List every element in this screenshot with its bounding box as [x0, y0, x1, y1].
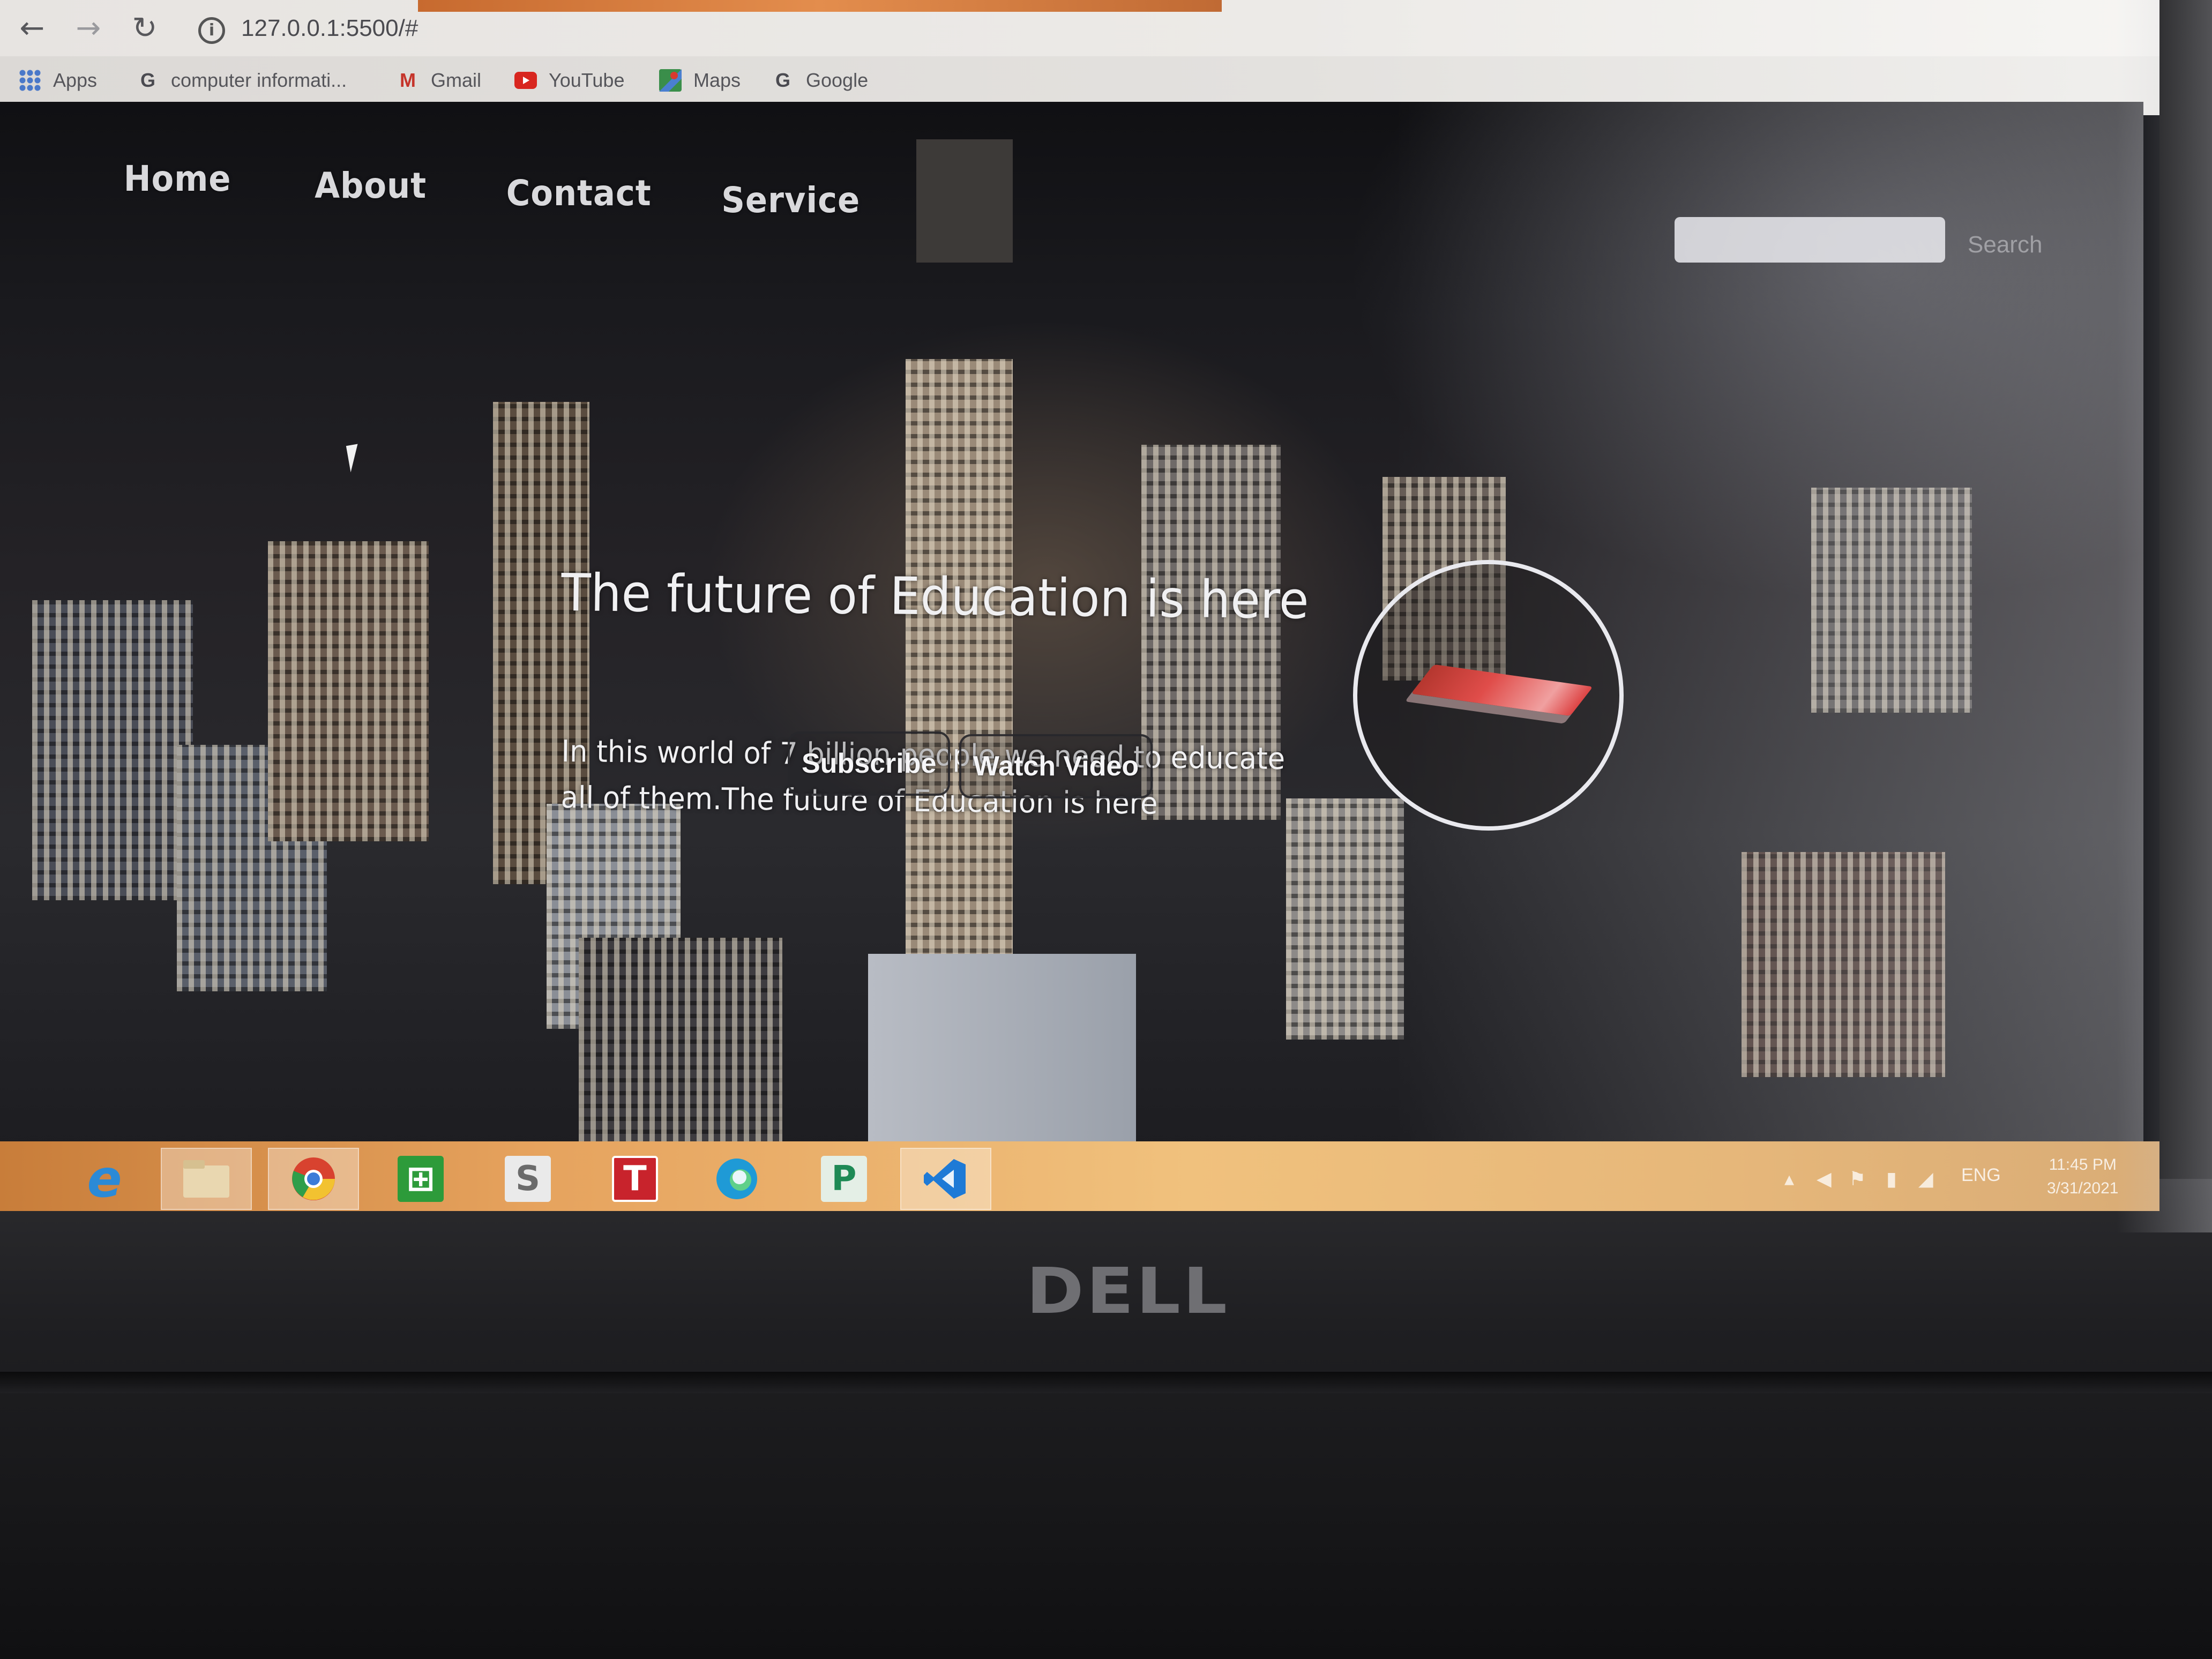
taskbar-internet-explorer[interactable]: e [59, 1148, 150, 1210]
vscode-icon [923, 1156, 969, 1202]
subscribe-button[interactable]: Subscribe [788, 731, 951, 796]
typing-app-icon: T [612, 1156, 658, 1202]
taskbar-typing-app[interactable]: T [589, 1148, 681, 1210]
bookmark-apps[interactable]: Apps [19, 62, 97, 99]
info-icon[interactable]: i [198, 17, 225, 44]
taskbar-sway[interactable]: S [482, 1148, 573, 1210]
bezel-reflection [2117, 0, 2212, 1232]
google-icon: G [140, 69, 155, 91]
photo-scene: DELL ← → ↻ i 127.0.0.1:5500/# Apps G com… [0, 0, 2212, 1659]
network-signal-icon[interactable]: ◢ [1918, 1168, 1933, 1190]
taskbar-publisher[interactable]: P [798, 1148, 890, 1210]
back-icon[interactable]: ← [13, 10, 51, 47]
bookmark-label: Gmail [431, 69, 482, 91]
clock-time: 11:45 PM [2049, 1156, 2117, 1174]
forward-icon[interactable]: → [70, 10, 107, 47]
youtube-icon [514, 69, 537, 92]
clock-date: 3/31/2021 [2047, 1179, 2119, 1197]
bookmark-computer-information[interactable]: G computer informati... [137, 62, 347, 99]
building [906, 359, 1013, 1056]
taskbar-file-explorer[interactable] [161, 1148, 252, 1210]
taskbar-vscode[interactable] [900, 1148, 991, 1210]
building [1286, 798, 1404, 1040]
bookmark-youtube[interactable]: YouTube [514, 62, 624, 99]
building [268, 541, 429, 841]
building [868, 954, 1136, 1147]
battery-icon[interactable]: ▮ [1886, 1168, 1897, 1190]
start-button[interactable]: ⊞ [0, 1148, 32, 1210]
url-text[interactable]: 127.0.0.1:5500/# [241, 15, 418, 42]
address-bar[interactable]: i 127.0.0.1:5500/# [188, 10, 1152, 53]
bookmark-label: Google [806, 69, 869, 91]
windows-icon: ⊞ [0, 1156, 10, 1202]
input-language[interactable]: ENG [1961, 1165, 2001, 1186]
publisher-icon: P [821, 1156, 867, 1202]
watch-video-button[interactable]: Watch Video [959, 734, 1153, 798]
gmail-icon: M [400, 69, 416, 91]
nav-contact-link[interactable]: Contact [506, 173, 652, 214]
nav-home-link[interactable]: Home [124, 158, 231, 199]
web-page: Home About Contact Service Search The fu… [0, 102, 2143, 1147]
building [32, 600, 193, 900]
google-icon: G [775, 69, 790, 91]
building [579, 938, 782, 1147]
hero-title: The future of Education is here [561, 563, 1310, 631]
bookmark-label: YouTube [549, 69, 625, 91]
chrome-icon [290, 1156, 337, 1202]
volume-icon[interactable]: ◀ [1817, 1168, 1832, 1190]
bookmark-google[interactable]: G Google [772, 62, 868, 99]
store-icon: ⊞ [398, 1156, 444, 1202]
taskbar-edge[interactable] [691, 1148, 782, 1210]
internet-explorer-icon: e [87, 1149, 122, 1209]
bookmark-label: Maps [693, 69, 741, 91]
nav-about-link[interactable]: About [315, 165, 427, 206]
sway-icon: S [505, 1156, 551, 1202]
show-hidden-icons-icon[interactable]: ▴ [1784, 1168, 1794, 1190]
search-button[interactable]: Search [1968, 231, 2042, 258]
search-input[interactable] [1675, 217, 1945, 263]
bookmark-label: computer informati... [171, 69, 347, 91]
video-thumbnail-image [1411, 664, 1593, 716]
bookmark-maps[interactable]: Maps [659, 62, 741, 99]
action-center-flag-icon[interactable]: ⚑ [1849, 1168, 1866, 1190]
file-explorer-icon [183, 1156, 229, 1202]
keyboard-edge [0, 1372, 2212, 1393]
edge-icon [714, 1156, 760, 1202]
taskbar-chrome[interactable] [268, 1148, 359, 1210]
nav-service-link[interactable]: Service [721, 180, 860, 221]
windows-taskbar: ⊞ e ⊞ S T [0, 1141, 2159, 1211]
video-thumbnail-circle[interactable] [1353, 560, 1624, 831]
laptop-screen: ← → ↻ i 127.0.0.1:5500/# Apps G computer… [0, 0, 2159, 1211]
laptop-body [0, 1179, 2212, 1659]
reload-icon[interactable]: ↻ [126, 10, 163, 47]
apps-grid-icon [19, 69, 41, 92]
bookmark-gmail[interactable]: M Gmail [397, 62, 481, 99]
taskbar-store[interactable]: ⊞ [375, 1148, 466, 1210]
dell-logo: DELL [1026, 1254, 1230, 1328]
clock[interactable]: 11:45 PM 3/31/2021 [2047, 1153, 2118, 1200]
building [916, 139, 1013, 263]
maps-icon [659, 69, 682, 92]
mouse-cursor-icon [346, 444, 363, 473]
bookmark-label: Apps [53, 69, 98, 91]
system-tray: ▴ ◀ ⚑ ▮ ◢ ENG 11:45 PM 3/31/2021 [1763, 1148, 2149, 1210]
